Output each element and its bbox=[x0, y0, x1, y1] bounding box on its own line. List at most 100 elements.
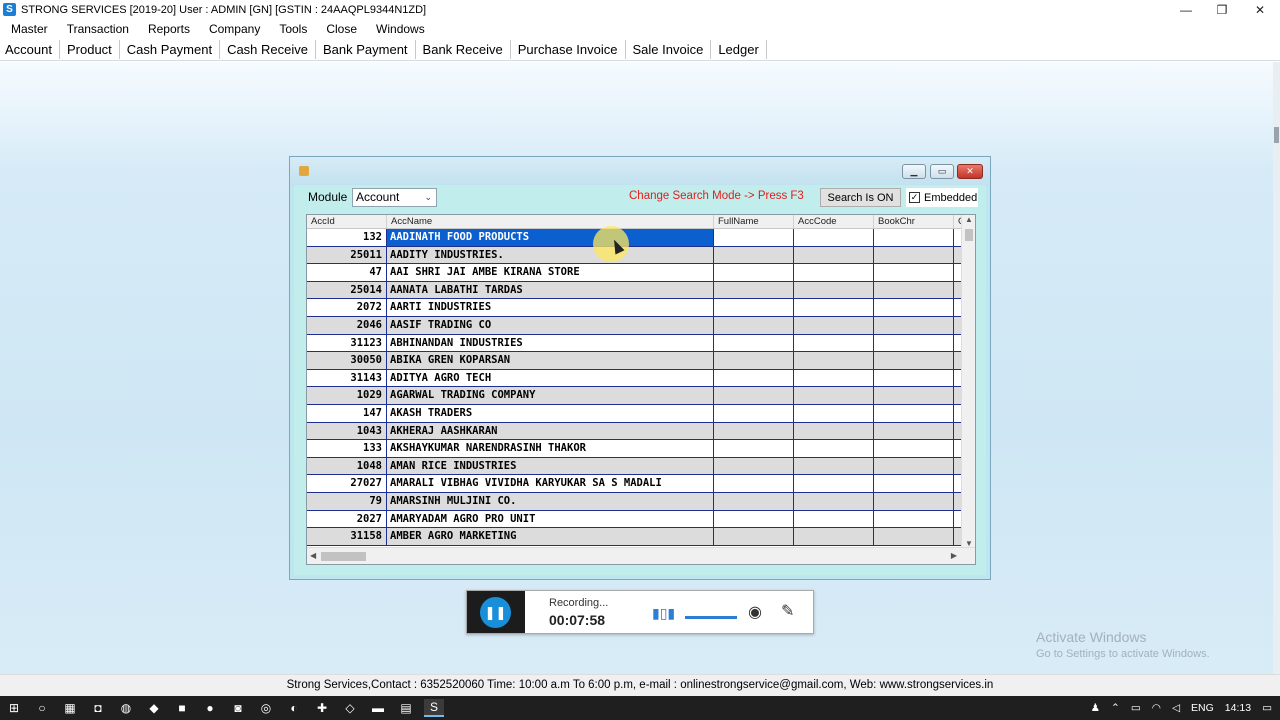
toolbar-purchase-invoice-button[interactable]: Purchase Invoice bbox=[511, 39, 626, 59]
menu-company[interactable]: Company bbox=[197, 22, 267, 36]
cell-acc-code[interactable] bbox=[794, 457, 874, 476]
cell-full-name[interactable] bbox=[714, 404, 794, 423]
cell-acc-code[interactable] bbox=[794, 246, 874, 265]
cell-acc-code[interactable] bbox=[794, 404, 874, 423]
cell-acc-name[interactable]: AGARWAL TRADING COMPANY bbox=[387, 387, 714, 405]
toolbar-cash-receive-button[interactable]: Cash Receive bbox=[220, 39, 316, 59]
app-icon[interactable]: ◙ bbox=[228, 699, 248, 717]
cell-acc-id[interactable]: 1048 bbox=[307, 457, 387, 476]
table-row[interactable]: 31123 ABHINANDAN INDUSTRIES bbox=[307, 334, 962, 353]
module-dropdown[interactable]: Account ⌄ bbox=[352, 188, 437, 207]
scroll-thumb[interactable] bbox=[321, 552, 366, 561]
notepad-icon[interactable]: ▤ bbox=[396, 699, 416, 717]
cell-acc-name[interactable]: AARTI INDUSTRIES bbox=[387, 299, 714, 317]
cell-acc-id[interactable]: 79 bbox=[307, 492, 387, 511]
toolbar-bank-receive-button[interactable]: Bank Receive bbox=[416, 39, 511, 59]
app-icon[interactable]: ● bbox=[200, 699, 220, 717]
cell-full-name[interactable] bbox=[714, 475, 794, 493]
cell-acc-code[interactable] bbox=[794, 387, 874, 405]
cell-acc-code[interactable] bbox=[794, 528, 874, 546]
cell-acc-code[interactable] bbox=[794, 281, 874, 300]
table-row[interactable]: 133 AKSHAYKUMAR NARENDRASINH THAKOR bbox=[307, 440, 962, 458]
cell-full-name[interactable] bbox=[714, 316, 794, 335]
cell-full-name[interactable] bbox=[714, 369, 794, 388]
cell-acc-code[interactable] bbox=[794, 369, 874, 388]
strong-services-taskbar-icon[interactable]: S bbox=[424, 699, 444, 717]
cell-acc-id[interactable]: 31143 bbox=[307, 369, 387, 388]
cell-acc-code[interactable] bbox=[794, 475, 874, 493]
cell-book-chr[interactable] bbox=[874, 422, 954, 441]
cell-full-name[interactable] bbox=[714, 457, 794, 476]
cell-book-chr[interactable] bbox=[874, 492, 954, 511]
cell-book-chr[interactable] bbox=[874, 264, 954, 282]
cell-full-name[interactable] bbox=[714, 422, 794, 441]
cell-acc-name[interactable]: AADITY INDUSTRIES. bbox=[387, 246, 714, 265]
cell-acc-code[interactable] bbox=[794, 229, 874, 247]
cell-book-chr[interactable] bbox=[874, 352, 954, 370]
app-icon[interactable]: ✚ bbox=[312, 699, 332, 717]
language-indicator[interactable]: ENG bbox=[1191, 702, 1214, 714]
cell-acc-code[interactable] bbox=[794, 510, 874, 529]
cell-book-chr[interactable] bbox=[874, 387, 954, 405]
column-header-accid[interactable]: AccId bbox=[307, 215, 387, 228]
cell-acc-code[interactable] bbox=[794, 264, 874, 282]
child-close-button[interactable]: ✕ bbox=[957, 164, 983, 179]
cell-full-name[interactable] bbox=[714, 281, 794, 300]
cell-acc-name[interactable]: AKASH TRADERS bbox=[387, 404, 714, 423]
cell-book-chr[interactable] bbox=[874, 229, 954, 247]
search-toggle-button[interactable]: Search Is ON bbox=[820, 188, 901, 207]
cell-acc-id[interactable]: 133 bbox=[307, 440, 387, 458]
windows-start-icon[interactable]: ⊞ bbox=[4, 699, 24, 717]
menu-windows[interactable]: Windows bbox=[364, 22, 432, 36]
cell-full-name[interactable] bbox=[714, 264, 794, 282]
embedded-checkbox[interactable]: ✓ Embedded bbox=[906, 188, 978, 207]
close-button[interactable]: ✕ bbox=[1242, 0, 1278, 19]
cell-book-chr[interactable] bbox=[874, 404, 954, 423]
cell-acc-id[interactable]: 25014 bbox=[307, 281, 387, 300]
table-row[interactable]: 2046 AASIF TRADING CO bbox=[307, 316, 962, 335]
table-row[interactable]: 2072 AARTI INDUSTRIES bbox=[307, 299, 962, 317]
table-row[interactable]: 27027 AMARALI VIBHAG VIVIDHA KARYUKAR SA … bbox=[307, 475, 962, 493]
cell-acc-name[interactable]: ADITYA AGRO TECH bbox=[387, 369, 714, 388]
cell-acc-id[interactable]: 31123 bbox=[307, 334, 387, 353]
cell-acc-code[interactable] bbox=[794, 334, 874, 353]
wifi-icon[interactable]: ◠ bbox=[1152, 702, 1161, 714]
cell-acc-id[interactable]: 1029 bbox=[307, 387, 387, 405]
table-row[interactable]: 1043 AKHERAJ AASHKARAN bbox=[307, 422, 962, 441]
cell-acc-name[interactable]: AMARYADAM AGRO PRO UNIT bbox=[387, 510, 714, 529]
cell-book-chr[interactable] bbox=[874, 246, 954, 265]
visual-studio-icon[interactable]: ◆ bbox=[144, 699, 164, 717]
table-row[interactable]: 31158 AMBER AGRO MARKETING bbox=[307, 528, 962, 546]
scroll-left-icon[interactable]: ◀ bbox=[310, 551, 316, 560]
cell-full-name[interactable] bbox=[714, 510, 794, 529]
battery-icon[interactable]: ▭ bbox=[1131, 702, 1141, 714]
notifications-icon[interactable]: ▭ bbox=[1262, 702, 1272, 714]
cell-acc-name[interactable]: AKSHAYKUMAR NARENDRASINH THAKOR bbox=[387, 440, 714, 458]
table-row[interactable]: 2027 AMARYADAM AGRO PRO UNIT bbox=[307, 510, 962, 529]
cell-acc-name[interactable]: ABIKA GREN KOPARSAN bbox=[387, 352, 714, 370]
checkbox-check-icon[interactable]: ✓ bbox=[909, 192, 920, 203]
pen-icon[interactable]: ✎ bbox=[781, 601, 794, 621]
table-row[interactable]: 25014 AANATA LABATHI TARDAS bbox=[307, 281, 962, 300]
column-header-accname[interactable]: AccName bbox=[387, 215, 714, 228]
cell-acc-name[interactable]: AASIF TRADING CO bbox=[387, 316, 714, 335]
chrome-icon[interactable]: ◎ bbox=[256, 699, 276, 717]
cell-acc-id[interactable]: 47 bbox=[307, 264, 387, 282]
person-icon[interactable]: ♟ bbox=[1091, 702, 1100, 714]
cell-acc-id[interactable]: 132 bbox=[307, 229, 387, 247]
volume-slider[interactable] bbox=[685, 616, 737, 619]
scroll-up-icon[interactable]: ▲ bbox=[965, 215, 973, 224]
cell-book-chr[interactable] bbox=[874, 457, 954, 476]
child-restore-button[interactable]: ▭ bbox=[930, 164, 954, 179]
cell-full-name[interactable] bbox=[714, 299, 794, 317]
workspace-scrollbar[interactable] bbox=[1273, 62, 1280, 674]
cell-acc-code[interactable] bbox=[794, 299, 874, 317]
cell-acc-code[interactable] bbox=[794, 422, 874, 441]
chevron-up-icon[interactable]: ⌃ bbox=[1111, 702, 1120, 714]
toolbar-bank-payment-button[interactable]: Bank Payment bbox=[316, 39, 416, 59]
cell-acc-code[interactable] bbox=[794, 492, 874, 511]
column-header-fullname[interactable]: FullName bbox=[714, 215, 794, 228]
teamviewer-icon[interactable]: ◘ bbox=[88, 699, 108, 717]
menu-close[interactable]: Close bbox=[314, 22, 364, 36]
restore-button[interactable]: ❐ bbox=[1204, 0, 1240, 19]
